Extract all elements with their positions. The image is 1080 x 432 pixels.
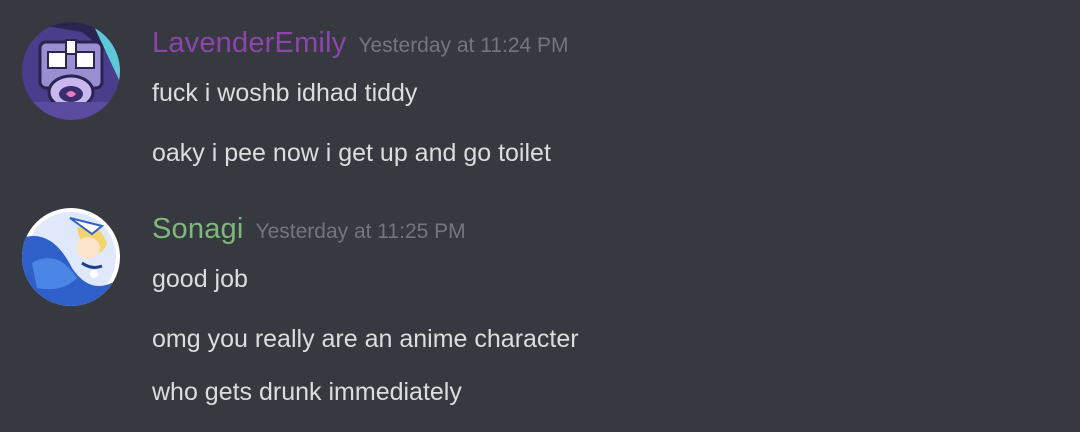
message-text: who gets drunk immediately <box>152 378 462 406</box>
message-header: LavenderEmily Yesterday at 11:24 PM <box>152 27 569 60</box>
purple-robot-avatar-icon <box>22 22 120 120</box>
message-text: good job <box>152 265 248 293</box>
user-avatar-sonagi[interactable] <box>22 208 120 306</box>
message-text: omg you really are an anime character <box>152 325 579 353</box>
message-header: Sonagi Yesterday at 11:25 PM <box>152 213 466 246</box>
blue-anime-character-avatar-icon <box>22 208 120 306</box>
message-text: oaky i pee now i get up and go toilet <box>152 139 551 167</box>
user-avatar-lavenderemily[interactable] <box>22 22 120 120</box>
chat-messages: LavenderEmily Yesterday at 11:24 PM fuck … <box>0 0 1080 432</box>
message-text: fuck i woshb idhad tiddy <box>152 79 418 107</box>
username-lavenderemily[interactable]: LavenderEmily <box>152 27 346 59</box>
username-sonagi[interactable]: Sonagi <box>152 213 244 245</box>
message-timestamp: Yesterday at 11:25 PM <box>255 220 466 243</box>
message-timestamp: Yesterday at 11:24 PM <box>358 34 569 57</box>
